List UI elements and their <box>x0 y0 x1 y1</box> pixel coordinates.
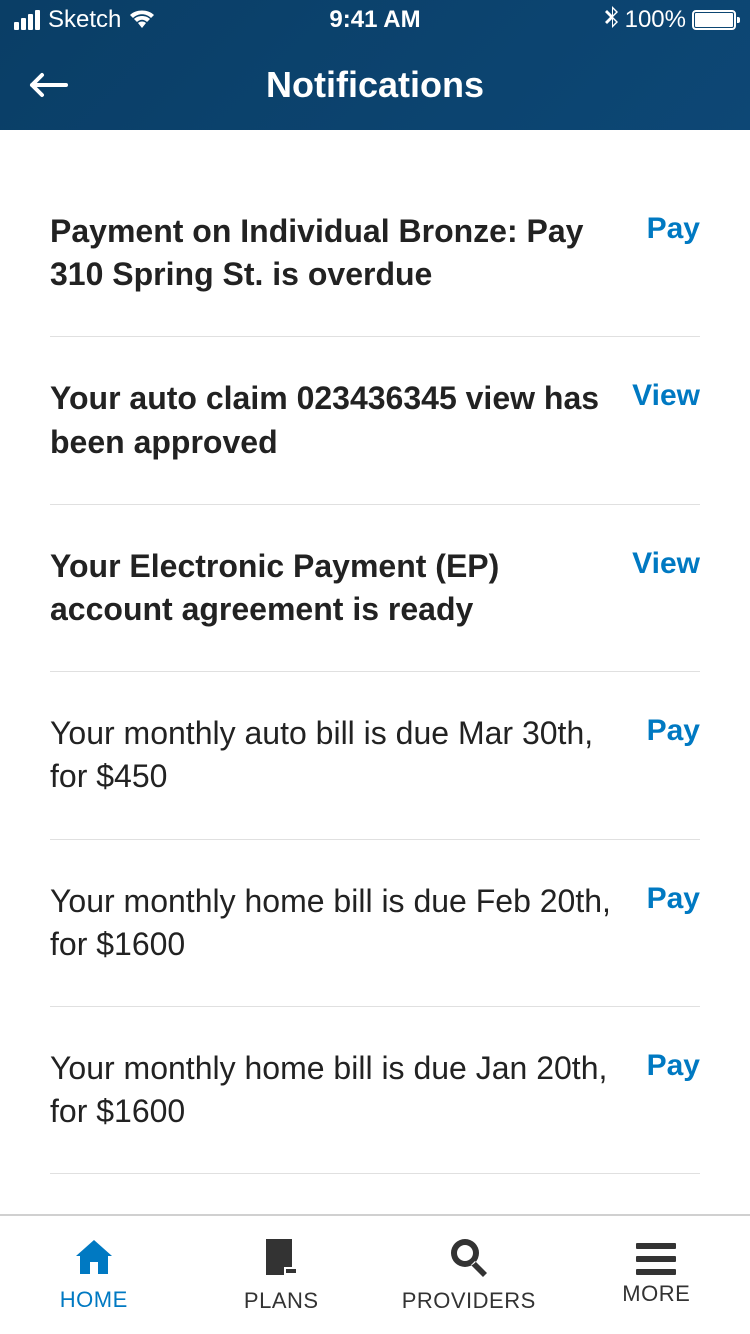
notification-text: Your Electronic Payment (EP) account agr… <box>50 545 602 631</box>
list-item: Your monthly home bill is due Feb 20th, … <box>50 840 700 1007</box>
pay-button[interactable]: Pay <box>647 712 700 748</box>
wifi-icon <box>129 10 155 30</box>
status-bar: Sketch 9:41 AM 100% <box>0 0 750 40</box>
status-time: 9:41 AM <box>329 6 420 34</box>
page-title: Notifications <box>266 64 484 106</box>
battery-icon <box>692 10 736 30</box>
notifications-list: Payment on Individual Bronze: Pay 310 Sp… <box>0 130 750 1174</box>
app-header: Sketch 9:41 AM 100% Notifications <box>0 0 750 130</box>
pay-button[interactable]: Pay <box>647 1047 700 1083</box>
tab-label: PLANS <box>244 1288 319 1314</box>
battery-percent: 100% <box>625 6 686 34</box>
list-item: Your auto claim 023436345 view has been … <box>50 337 700 504</box>
list-item: Payment on Individual Bronze: Pay 310 Sp… <box>50 180 700 337</box>
tab-providers[interactable]: PROVIDERS <box>375 1216 563 1334</box>
tab-label: PROVIDERS <box>402 1288 536 1314</box>
document-icon <box>262 1237 300 1282</box>
notification-text: Your monthly home bill is due Jan 20th, … <box>50 1047 617 1133</box>
view-button[interactable]: View <box>632 545 700 581</box>
tab-label: MORE <box>622 1281 690 1307</box>
tab-home[interactable]: HOME <box>0 1216 188 1334</box>
list-item: Your monthly home bill is due Jan 20th, … <box>50 1007 700 1174</box>
notification-text: Your monthly home bill is due Feb 20th, … <box>50 880 617 966</box>
status-right: 100% <box>605 6 736 35</box>
carrier-label: Sketch <box>48 6 121 34</box>
menu-icon <box>636 1243 676 1275</box>
tab-label: HOME <box>60 1287 128 1313</box>
view-button[interactable]: View <box>632 377 700 413</box>
back-button[interactable] <box>28 65 68 105</box>
tab-more[interactable]: MORE <box>563 1216 750 1334</box>
search-icon <box>449 1237 489 1282</box>
pay-button[interactable]: Pay <box>647 210 700 246</box>
home-icon <box>74 1238 114 1281</box>
notification-text: Payment on Individual Bronze: Pay 310 Sp… <box>50 210 617 296</box>
pay-button[interactable]: Pay <box>647 880 700 916</box>
list-item: Your monthly auto bill is due Mar 30th, … <box>50 672 700 839</box>
list-item: Your Electronic Payment (EP) account agr… <box>50 505 700 672</box>
signal-icon <box>14 10 40 30</box>
notification-text: Your auto claim 023436345 view has been … <box>50 377 602 463</box>
status-left: Sketch <box>14 6 155 34</box>
notification-text: Your monthly auto bill is due Mar 30th, … <box>50 712 617 798</box>
arrow-left-icon <box>28 71 68 99</box>
tab-plans[interactable]: PLANS <box>188 1216 376 1334</box>
tab-bar: HOME PLANS PROVIDERS MORE <box>0 1214 750 1334</box>
bluetooth-icon <box>605 6 619 35</box>
nav-bar: Notifications <box>0 40 750 130</box>
